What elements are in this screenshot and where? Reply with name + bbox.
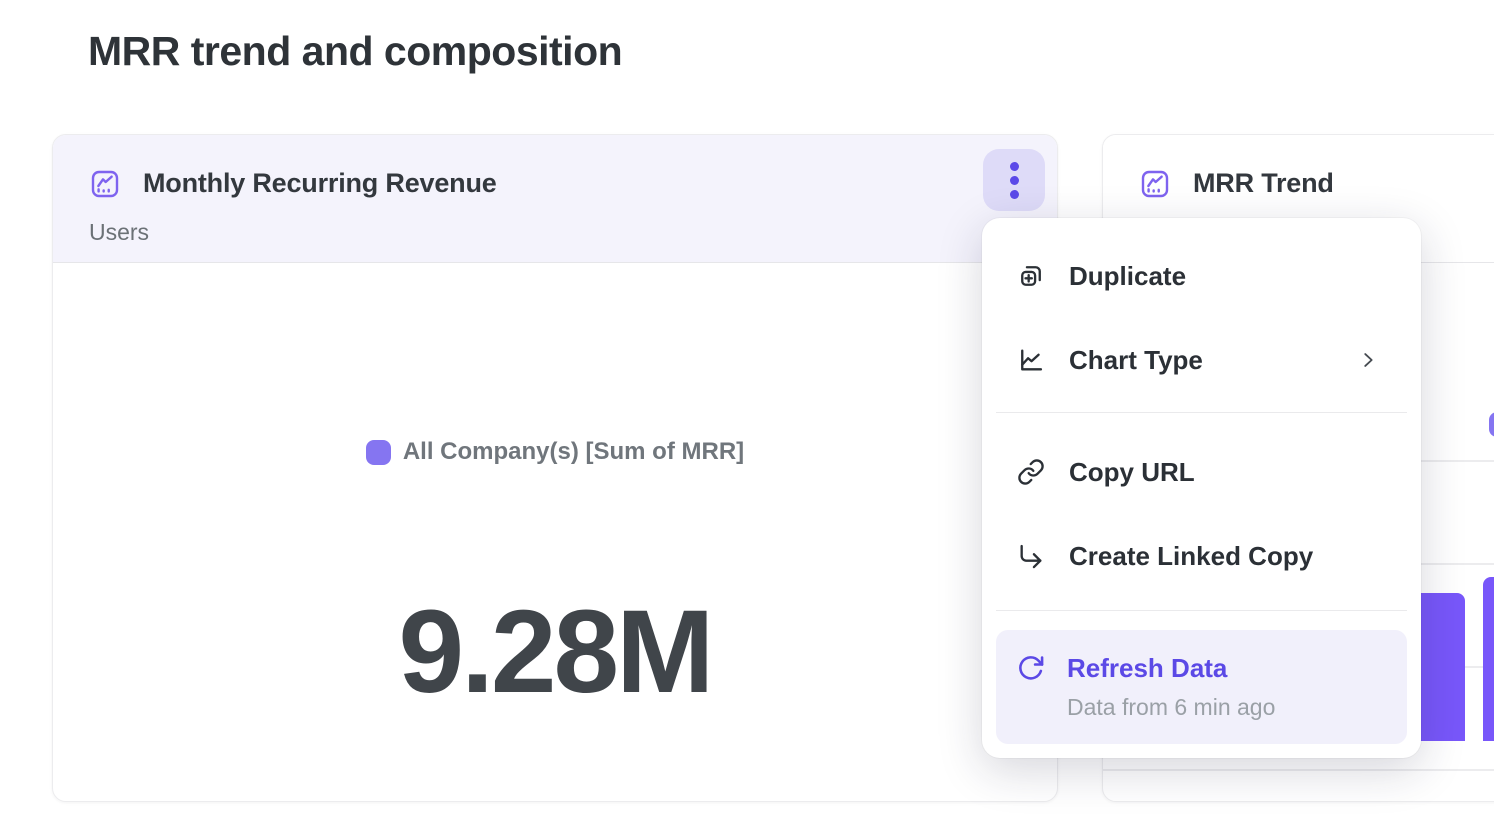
trend-legend-swatch (1489, 412, 1494, 437)
card-options-button[interactable] (983, 149, 1045, 211)
dashboard-page: MRR trend and composition Monthly Recurr… (0, 0, 1494, 816)
duplicate-icon (1017, 262, 1045, 290)
refresh-icon (1017, 654, 1045, 682)
kebab-menu-icon (1010, 162, 1019, 199)
refresh-timestamp: Data from 6 min ago (1067, 694, 1275, 721)
kpi-legend: All Company(s) [Sum of MRR] (53, 438, 1057, 466)
legend-swatch (366, 440, 391, 465)
mrr-card-body: All Company(s) [Sum of MRR] 9.28M (53, 263, 1057, 801)
menu-item-label: Chart Type (1069, 345, 1203, 376)
menu-divider (996, 610, 1407, 611)
menu-divider (996, 412, 1407, 413)
trend-card-title: MRR Trend (1193, 168, 1334, 199)
card-context-menu: Duplicate Chart Type Copy URL (982, 218, 1421, 758)
mrr-card-header: Monthly Recurring Revenue Users (53, 135, 1057, 263)
menu-item-duplicate[interactable]: Duplicate (982, 234, 1421, 318)
menu-item-label: Duplicate (1069, 261, 1186, 292)
chevron-right-icon (1357, 349, 1379, 371)
menu-item-label: Refresh Data (1067, 653, 1227, 684)
corner-down-right-icon (1017, 542, 1045, 570)
mrr-kpi-card: Monthly Recurring Revenue Users All Comp… (52, 134, 1058, 802)
combo-chart-icon (1139, 168, 1171, 200)
menu-item-label: Copy URL (1069, 457, 1195, 488)
menu-item-copy-url[interactable]: Copy URL (982, 430, 1421, 514)
menu-item-label: Create Linked Copy (1069, 541, 1313, 572)
mrr-card-title: Monthly Recurring Revenue (143, 168, 497, 199)
menu-item-chart-type[interactable]: Chart Type (982, 318, 1421, 402)
gridline (1103, 769, 1494, 771)
link-icon (1017, 458, 1045, 486)
combo-chart-icon (89, 168, 121, 200)
legend-label: All Company(s) [Sum of MRR] (403, 438, 744, 466)
menu-item-create-linked-copy[interactable]: Create Linked Copy (982, 514, 1421, 598)
bar-january (1483, 577, 1494, 741)
mrr-card-subtitle: Users (89, 219, 149, 246)
menu-item-refresh-data[interactable]: Refresh Data Data from 6 min ago (996, 630, 1407, 744)
kpi-value: 9.28M (53, 593, 1057, 711)
chart-type-icon (1017, 346, 1045, 374)
page-title: MRR trend and composition (88, 28, 622, 75)
